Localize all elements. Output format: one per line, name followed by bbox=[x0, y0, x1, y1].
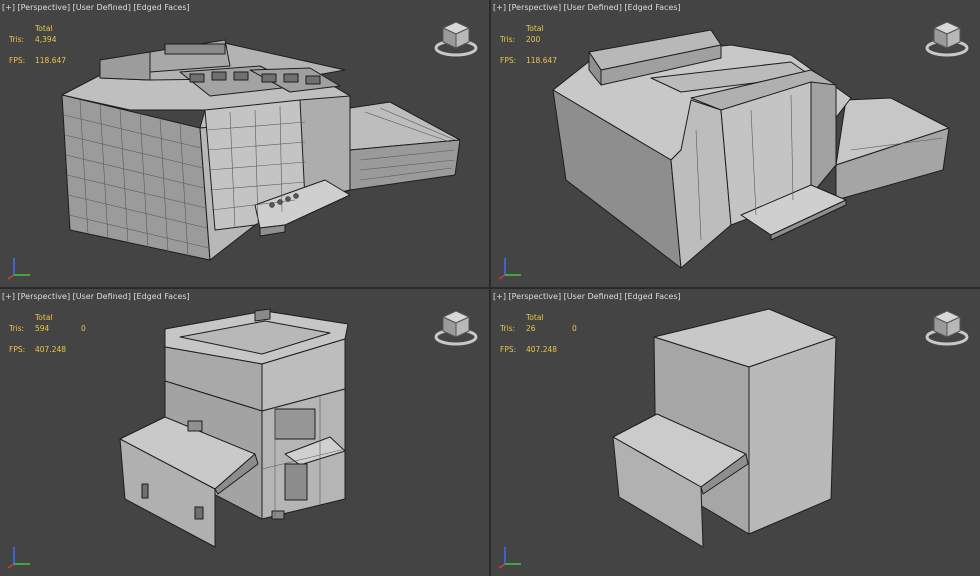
shading-menu[interactable]: [Edged Faces] bbox=[133, 292, 189, 301]
tris-label: Tris: bbox=[9, 323, 25, 333]
tris-label: Tris: bbox=[9, 34, 25, 44]
view-type-menu[interactable]: [Perspective] bbox=[509, 292, 562, 301]
fps-label: FPS: bbox=[500, 55, 517, 65]
viewport-top-right[interactable]: [+] [Perspective] [User Defined] [Edged … bbox=[491, 0, 980, 287]
lighting-menu[interactable]: [User Defined] bbox=[564, 3, 622, 12]
view-type-menu[interactable]: [Perspective] bbox=[509, 3, 562, 12]
viewport-label: [+] [Perspective] [User Defined] [Edged … bbox=[493, 292, 681, 301]
viewport-bottom-left[interactable]: [+] [Perspective] [User Defined] [Edged … bbox=[0, 289, 489, 576]
fps-label: FPS: bbox=[9, 344, 26, 354]
viewport-bottom-right[interactable]: [+] [Perspective] [User Defined] [Edged … bbox=[491, 289, 980, 576]
tris-value: 594 bbox=[35, 323, 50, 333]
shading-menu[interactable]: [Edged Faces] bbox=[624, 3, 680, 12]
fps-value: 407.248 bbox=[35, 344, 67, 354]
fps-value: 407.248 bbox=[526, 344, 558, 354]
viewport-label: [+] [Perspective] [User Defined] [Edged … bbox=[2, 292, 190, 301]
viewport-label: [+] [Perspective] [User Defined] [Edged … bbox=[493, 3, 681, 12]
viewport-plus-menu[interactable]: [+] bbox=[2, 3, 15, 12]
fps-label: FPS: bbox=[9, 55, 26, 65]
view-type-menu[interactable]: [Perspective] bbox=[18, 3, 71, 12]
stats-total-label: Total bbox=[35, 313, 53, 322]
fps-label: FPS: bbox=[500, 344, 517, 354]
lighting-menu[interactable]: [User Defined] bbox=[564, 292, 622, 301]
stats-total-label: Total bbox=[35, 24, 53, 33]
shop-highpoly-model[interactable] bbox=[0, 289, 489, 576]
axis-tripod-icon bbox=[498, 258, 521, 280]
tris-selected-value: 0 bbox=[81, 323, 86, 333]
tris-value: 4,394 bbox=[35, 34, 57, 44]
building-highpoly-model[interactable] bbox=[0, 0, 489, 287]
axis-tripod-icon bbox=[7, 258, 30, 280]
viewcube-icon[interactable] bbox=[433, 307, 479, 347]
axis-tripod-icon bbox=[498, 547, 521, 569]
viewcube-icon[interactable] bbox=[924, 18, 970, 58]
lighting-menu[interactable]: [User Defined] bbox=[73, 3, 131, 12]
viewport-plus-menu[interactable]: [+] bbox=[493, 292, 506, 301]
tris-selected-value: 0 bbox=[572, 323, 577, 333]
fps-value: 118.647 bbox=[35, 55, 67, 65]
tris-label: Tris: bbox=[500, 34, 516, 44]
lighting-menu[interactable]: [User Defined] bbox=[73, 292, 131, 301]
stats-total-label: Total bbox=[526, 24, 544, 33]
viewcube-icon[interactable] bbox=[924, 307, 970, 347]
shop-lowpoly-model[interactable] bbox=[491, 289, 980, 576]
viewcube-icon[interactable] bbox=[433, 18, 479, 58]
stats-total-label: Total bbox=[526, 313, 544, 322]
shading-menu[interactable]: [Edged Faces] bbox=[624, 292, 680, 301]
tris-value: 200 bbox=[526, 34, 541, 44]
building-lowpoly-model[interactable] bbox=[491, 0, 980, 287]
viewport-plus-menu[interactable]: [+] bbox=[2, 292, 15, 301]
shading-menu[interactable]: [Edged Faces] bbox=[133, 3, 189, 12]
view-type-menu[interactable]: [Perspective] bbox=[18, 292, 71, 301]
viewport-top-left[interactable]: [+] [Perspective] [User Defined] [Edged … bbox=[0, 0, 489, 287]
tris-label: Tris: bbox=[500, 323, 516, 333]
fps-value: 118.647 bbox=[526, 55, 558, 65]
axis-tripod-icon bbox=[7, 547, 30, 569]
tris-value: 26 bbox=[526, 323, 536, 333]
viewport-label: [+] [Perspective] [User Defined] [Edged … bbox=[2, 3, 190, 12]
viewport-plus-menu[interactable]: [+] bbox=[493, 3, 506, 12]
